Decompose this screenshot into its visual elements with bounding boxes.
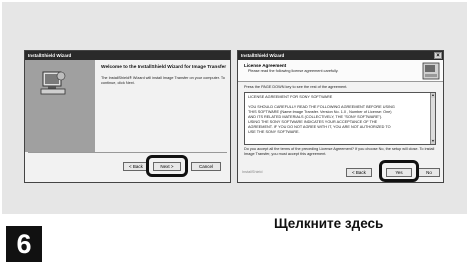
next-button-highlight: [146, 155, 188, 177]
welcome-dialog-titlebar: InstallShield Wizard: [25, 51, 230, 60]
license-header: License Agreement Please read the follow…: [238, 60, 443, 82]
step-number-badge: 6: [6, 226, 42, 262]
wizard-side-banner: [25, 60, 95, 152]
license-dialog: InstallShield Wizard × License Agreement…: [237, 50, 444, 183]
yes-button-highlight: [379, 160, 419, 182]
license-text-box[interactable]: ▲ ▼ LICENSE AGREEMENT FOR SONY SOFTWARE Y…: [244, 92, 436, 145]
no-button[interactable]: No: [418, 168, 440, 177]
welcome-dialog: InstallShield Wizard Welcome to the Inst…: [24, 50, 231, 183]
installshield-brand: InstallShield: [242, 170, 263, 174]
instruction-caption: Щелкните здесь: [274, 216, 384, 231]
close-icon[interactable]: ×: [434, 52, 442, 59]
button-separator: [28, 152, 227, 153]
license-dialog-title: InstallShield Wizard: [241, 53, 285, 58]
welcome-dialog-title: InstallShield Wizard: [28, 53, 72, 58]
scroll-up-arrow-icon[interactable]: ▲: [431, 93, 435, 98]
license-dialog-titlebar: InstallShield Wizard ×: [238, 51, 443, 60]
screenshot-panel: InstallShield Wizard Welcome to the Inst…: [2, 2, 467, 214]
welcome-heading: Welcome to the InstallShield Wizard for …: [101, 65, 227, 70]
license-header-subtitle: Please read the following license agreem…: [248, 69, 339, 73]
cancel-button[interactable]: Cancel: [191, 162, 221, 171]
welcome-content: Welcome to the InstallShield Wizard for …: [101, 65, 227, 86]
back-button[interactable]: < Back: [346, 168, 372, 177]
license-instruction: Press the PAGE DOWN key to see the rest …: [244, 85, 348, 89]
welcome-body-text: The InstallShield® Wizard will install I…: [101, 76, 225, 85]
scroll-down-arrow-icon[interactable]: ▼: [431, 139, 435, 144]
license-scrollbar[interactable]: ▲ ▼: [430, 93, 435, 144]
computer-setup-icon: [40, 71, 66, 95]
computer-setup-icon: [422, 62, 440, 80]
license-line: USE THE SONY SOFTWARE.: [248, 130, 300, 134]
license-header-title: License Agreement: [244, 63, 287, 68]
license-question: Do you accept all the terms of the prece…: [244, 147, 435, 156]
